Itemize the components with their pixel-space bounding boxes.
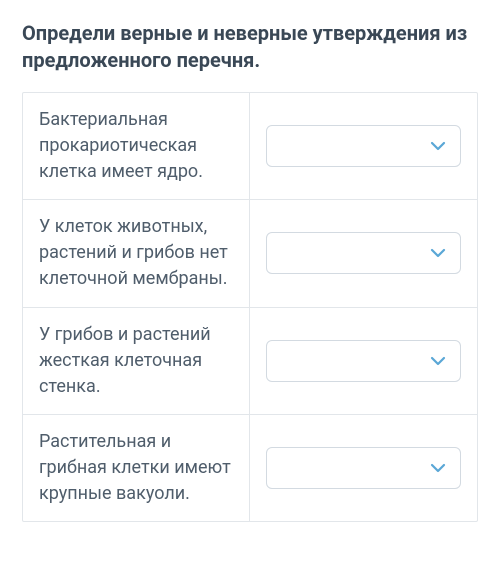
table-row: Растительная и грибная клетки имеют круп… [23, 415, 477, 521]
table-row: У грибов и растений жесткая клеточная ст… [23, 308, 477, 415]
answer-cell [250, 415, 477, 521]
chevron-down-icon [430, 353, 446, 369]
chevron-down-icon [430, 460, 446, 476]
answer-dropdown[interactable] [266, 340, 461, 382]
table-row: Бактериальная прокариотическая клетка им… [23, 93, 477, 200]
question-title: Определи верные и неверные утверждения и… [22, 20, 478, 74]
answer-cell [250, 200, 477, 306]
table-row: У клеток животных, растений и грибов нет… [23, 200, 477, 307]
statement-text: Растительная и грибная клетки имеют круп… [23, 415, 250, 521]
answer-cell [250, 308, 477, 414]
answer-dropdown[interactable] [266, 447, 461, 489]
statement-text: Бактериальная прокариотическая клетка им… [23, 93, 250, 199]
chevron-down-icon [430, 138, 446, 154]
statement-text: У грибов и растений жесткая клеточная ст… [23, 308, 250, 414]
statements-table: Бактериальная прокариотическая клетка им… [22, 92, 478, 522]
chevron-down-icon [430, 245, 446, 261]
answer-dropdown[interactable] [266, 232, 461, 274]
answer-dropdown[interactable] [266, 125, 461, 167]
statement-text: У клеток животных, растений и грибов нет… [23, 200, 250, 306]
answer-cell [250, 93, 477, 199]
